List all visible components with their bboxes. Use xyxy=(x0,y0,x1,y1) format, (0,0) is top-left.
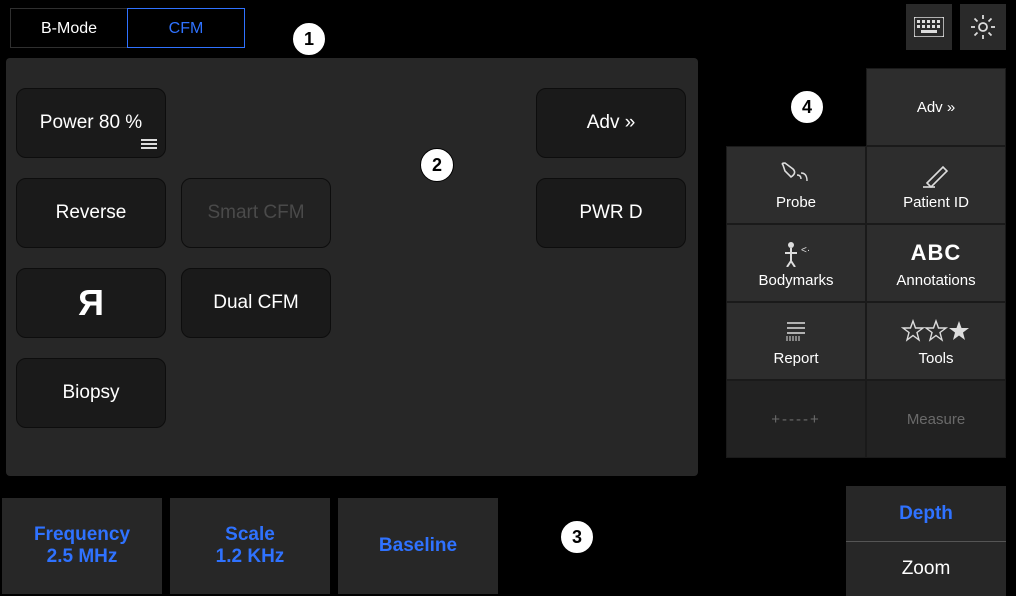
report-icon xyxy=(783,316,809,346)
measure-label: Measure xyxy=(907,411,965,428)
callout-2: 2 xyxy=(420,148,454,182)
cfm-panel: Power 80 % Reverse R Biopsy Smart CFM Du… xyxy=(6,58,698,476)
bodymarks-button[interactable]: <· Bodymarks xyxy=(726,224,866,302)
annotations-label: Annotations xyxy=(896,272,975,289)
stars-icon xyxy=(901,316,971,346)
scale-control[interactable]: Scale 1.2 KHz xyxy=(170,498,330,594)
depth-control[interactable]: Depth xyxy=(846,486,1006,541)
tab-cfm[interactable]: CFM xyxy=(127,8,245,48)
mirror-button[interactable]: R xyxy=(16,268,166,338)
measure-glyph-cell: +----+ xyxy=(726,380,866,458)
baseline-control[interactable]: Baseline xyxy=(338,498,498,594)
power-button[interactable]: Power 80 % xyxy=(16,88,166,158)
tools-label: Tools xyxy=(918,350,953,367)
top-right-icons xyxy=(906,4,1006,50)
scale-value: 1.2 KHz xyxy=(216,546,285,568)
depth-zoom-panel: Depth Zoom xyxy=(846,486,1006,596)
zoom-control[interactable]: Zoom xyxy=(846,541,1006,596)
keyboard-icon[interactable] xyxy=(906,4,952,50)
bodymarks-label: Bodymarks xyxy=(758,272,833,289)
measure-button[interactable]: Measure xyxy=(866,380,1006,458)
menu-icon xyxy=(141,137,157,151)
scale-label: Scale xyxy=(225,524,275,546)
adv-tools-label: Adv » xyxy=(917,99,955,116)
adv-button[interactable]: Adv » xyxy=(536,88,686,158)
probe-button[interactable]: Probe xyxy=(726,146,866,224)
frequency-control[interactable]: Frequency 2.5 MHz xyxy=(2,498,162,594)
power-label: Power 80 % xyxy=(40,112,142,134)
mode-tabs: B-Mode CFM xyxy=(10,8,244,48)
report-button[interactable]: Report xyxy=(726,302,866,380)
svg-text:<·: <· xyxy=(801,245,810,256)
adv-tools-button[interactable]: Adv » xyxy=(866,68,1006,146)
bodymark-icon: <· xyxy=(779,238,813,268)
patient-id-button[interactable]: Patient ID xyxy=(866,146,1006,224)
callout-3: 3 xyxy=(560,520,594,554)
frequency-label: Frequency xyxy=(34,524,130,546)
probe-icon xyxy=(779,160,813,190)
smart-cfm-button[interactable]: Smart CFM xyxy=(181,178,331,248)
baseline-label: Baseline xyxy=(379,535,457,557)
frequency-value: 2.5 MHz xyxy=(47,546,118,568)
probe-label: Probe xyxy=(776,194,816,211)
callout-1: 1 xyxy=(292,22,326,56)
gear-icon[interactable] xyxy=(960,4,1006,50)
abc-icon: ABC xyxy=(911,238,962,268)
annotations-button[interactable]: ABC Annotations xyxy=(866,224,1006,302)
report-label: Report xyxy=(773,350,818,367)
measure-glyph: +----+ xyxy=(771,411,821,428)
callout-4: 4 xyxy=(790,90,824,124)
reverse-button[interactable]: Reverse xyxy=(16,178,166,248)
patient-id-label: Patient ID xyxy=(903,194,969,211)
tools-button[interactable]: Tools xyxy=(866,302,1006,380)
biopsy-button[interactable]: Biopsy xyxy=(16,358,166,428)
tab-bmode[interactable]: B-Mode xyxy=(10,8,128,48)
pwr-d-button[interactable]: PWR D xyxy=(536,178,686,248)
dual-cfm-button[interactable]: Dual CFM xyxy=(181,268,331,338)
pencil-icon xyxy=(921,160,951,190)
mirror-r-icon: R xyxy=(78,282,104,324)
